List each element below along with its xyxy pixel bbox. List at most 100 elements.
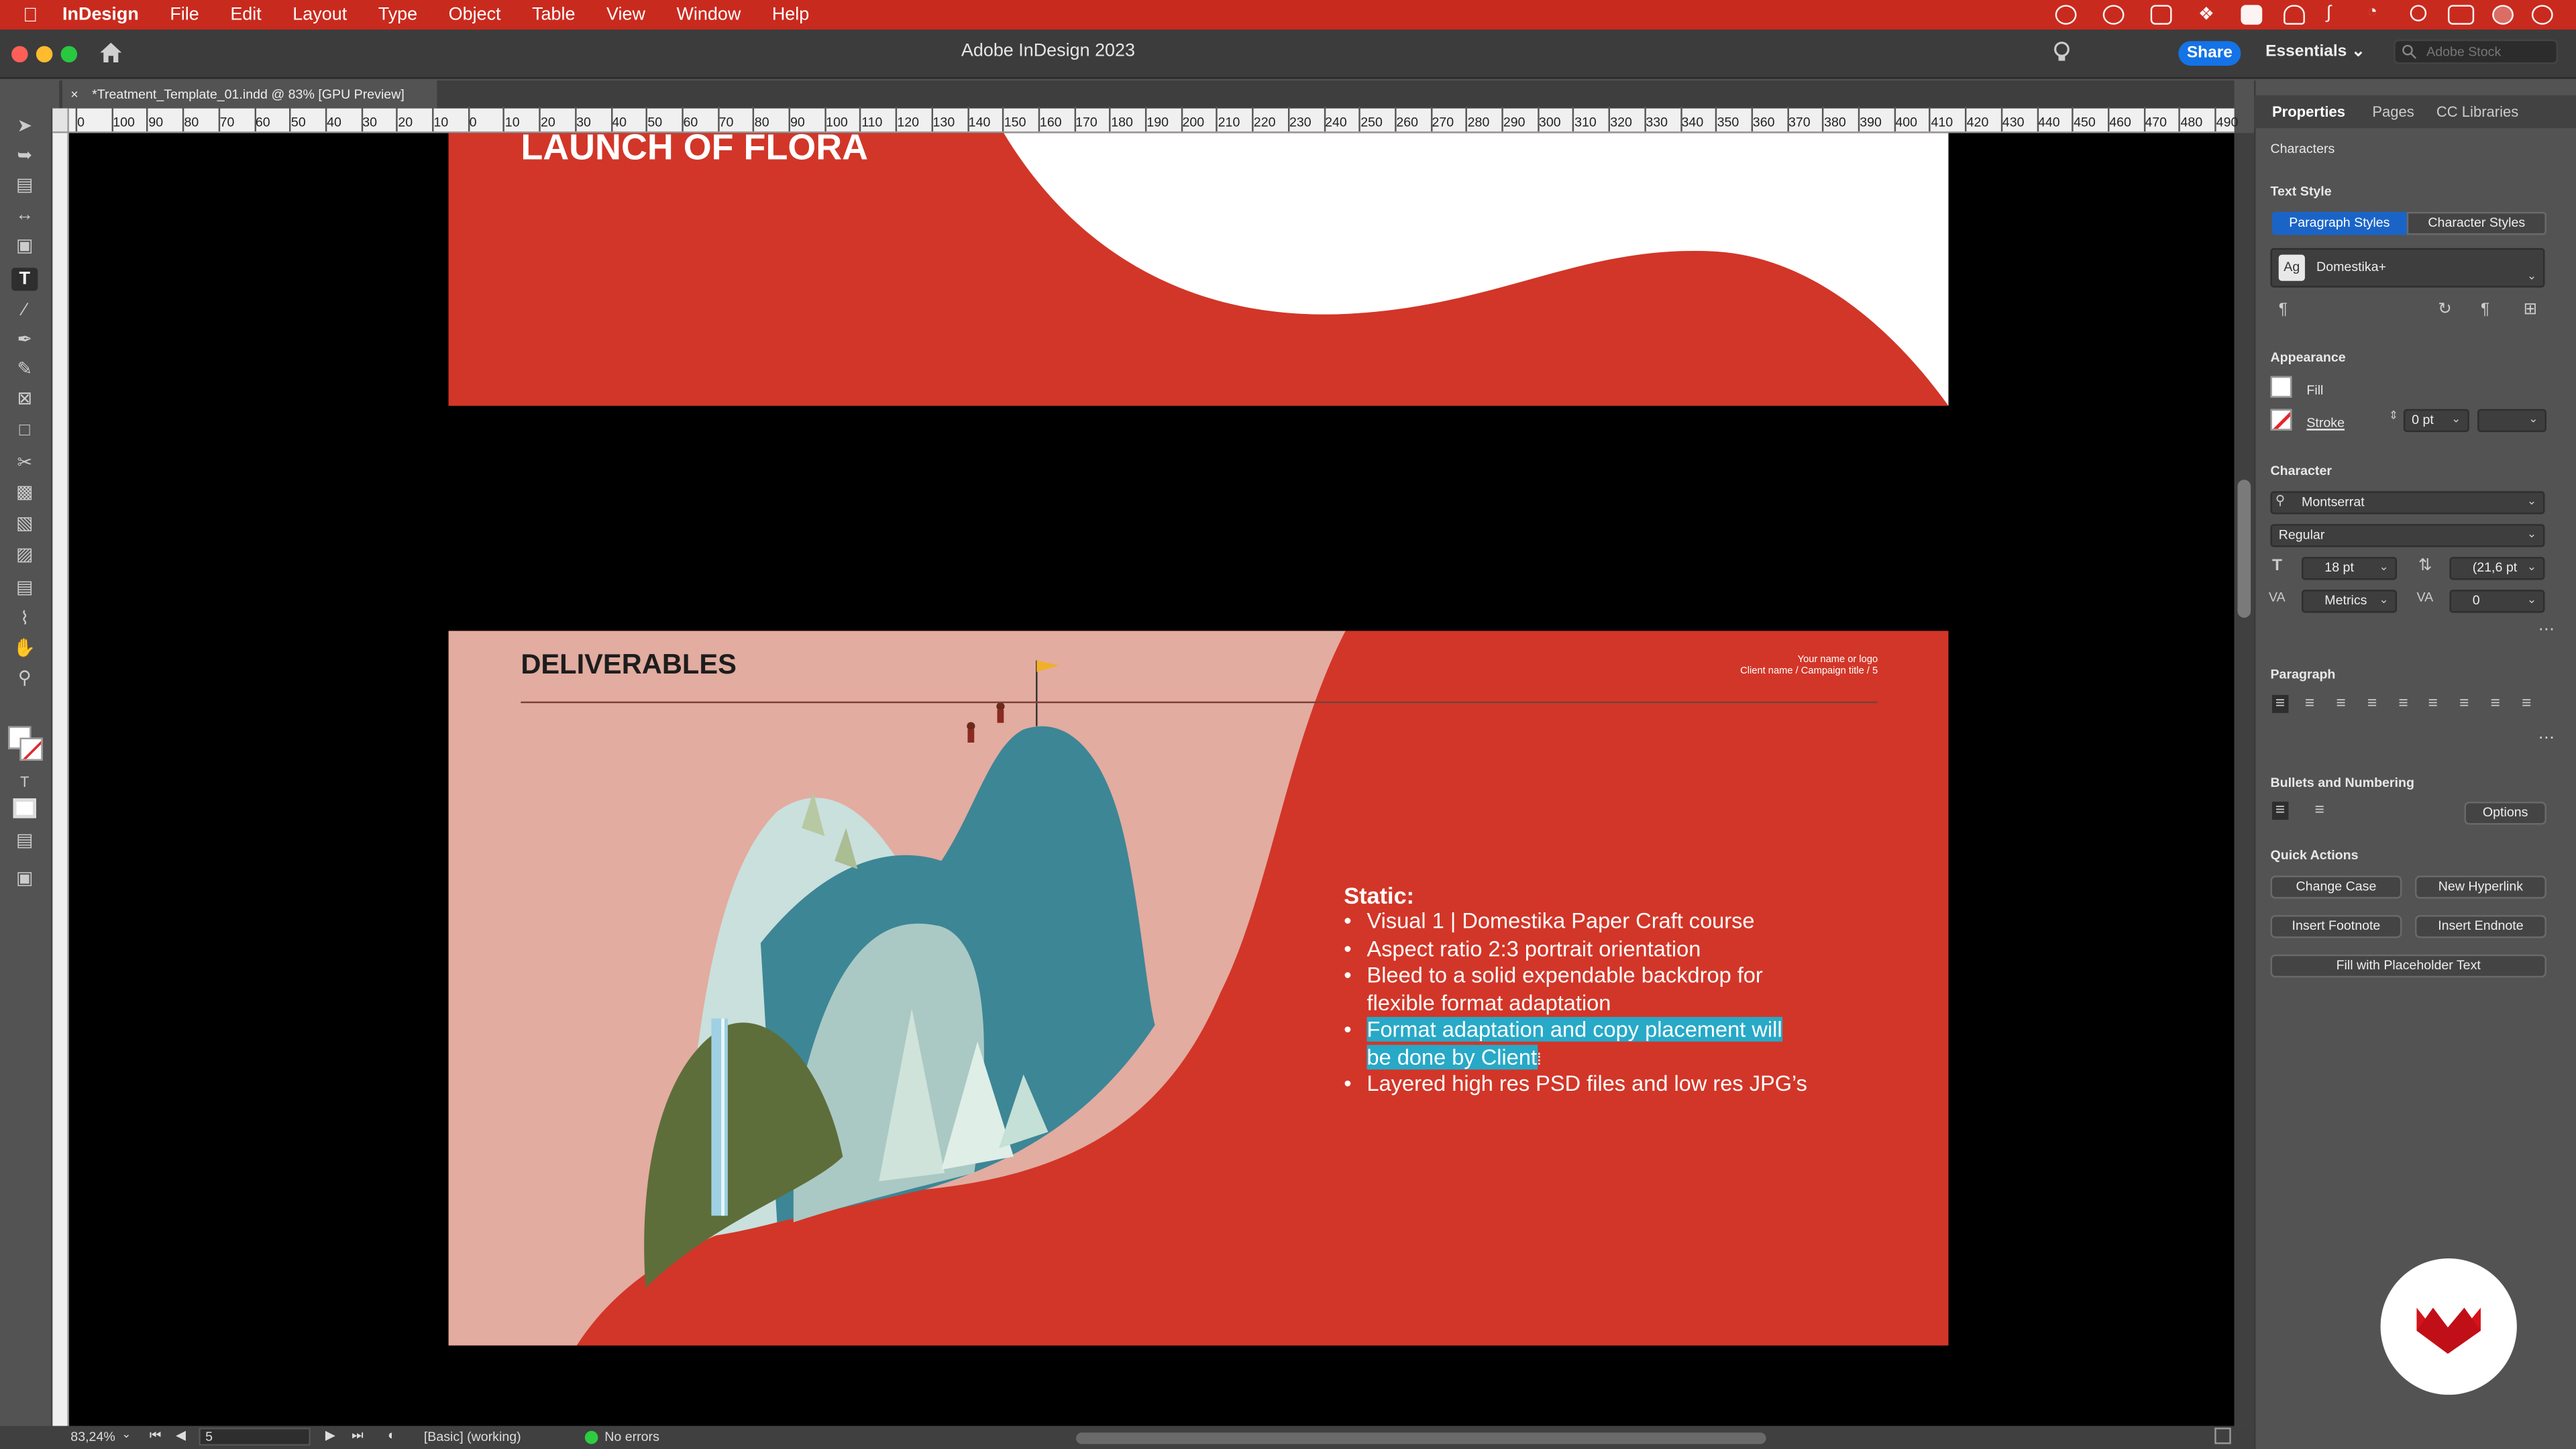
eyedropper-tool-icon[interactable]: ⌇ (11, 608, 38, 631)
sync-style-icon[interactable]: ↻ (2438, 301, 2452, 319)
ruler-origin[interactable] (52, 108, 69, 133)
preview-mode-icon[interactable]: ▣ (11, 867, 38, 890)
page-title[interactable]: DELIVERABLES (521, 649, 737, 682)
tab-cc-libraries[interactable]: CC Libraries (2436, 103, 2518, 119)
screen-mode-icon[interactable]: ▤ (11, 830, 38, 853)
kerning-field[interactable]: Metrics ⌄ (2302, 590, 2398, 613)
pencil-tool-icon[interactable]: ✎ (11, 358, 38, 381)
bullet-item-continued[interactable]: flexible format adaptation (1344, 991, 1611, 1018)
line-tool-icon[interactable]: ∕ (11, 299, 38, 322)
screen-icon[interactable] (2150, 5, 2172, 25)
split-view-icon[interactable] (2214, 1428, 2231, 1444)
clear-overrides-icon[interactable]: ¶ (2481, 301, 2489, 319)
preflight-icon[interactable]: ◐ (388, 1428, 396, 1442)
justify-all-icon[interactable]: ≡ (2459, 695, 2469, 713)
page-title[interactable]: LAUNCH OF FLORA (521, 133, 868, 169)
error-status[interactable]: No errors (604, 1430, 659, 1444)
new-hyperlink-button[interactable]: New Hyperlink (2415, 875, 2546, 899)
horizontal-ruler[interactable]: 0 100 90 80 70 60 50 40 30 20 10 0 10 20 30 40 50 60 70 80 9… (52, 107, 2238, 133)
selection-tool-icon[interactable]: ➤ (11, 115, 38, 138)
spotlight-icon[interactable] (2410, 5, 2427, 21)
last-page-icon[interactable]: ⏭ (352, 1428, 364, 1444)
previous-page-icon[interactable]: ◀ (176, 1428, 186, 1442)
stroke-weight-field[interactable]: 0 pt ⌄ (2403, 409, 2469, 433)
bullet-item-selected[interactable]: • Format adaptation and copy placement wi… (1344, 1016, 1782, 1044)
bullet-item[interactable]: • Bleed to a solid expendable backdrop fo… (1344, 963, 1762, 989)
stroke-color-swatch-icon[interactable] (19, 737, 43, 761)
close-tab-icon[interactable]: × (70, 80, 78, 109)
menu-help[interactable]: Help (772, 5, 809, 24)
gradient-swatch-tool-icon[interactable]: ▧ (11, 513, 38, 535)
hand-tool-icon[interactable]: ✋ (11, 637, 38, 660)
zoom-level[interactable]: 83,24% (70, 1430, 115, 1444)
zoom-dropdown-icon[interactable]: ⌄ (121, 1428, 131, 1441)
formatting-text-icon[interactable]: T (11, 771, 38, 794)
justify-center-icon[interactable]: ≡ (2399, 695, 2408, 713)
clock-icon[interactable] (2531, 5, 2553, 25)
preflight-profile[interactable]: [Basic] (working) (424, 1430, 521, 1444)
vertical-ruler[interactable] (52, 133, 69, 1426)
gradient-feather-tool-icon[interactable]: ▨ (11, 544, 38, 567)
document-tab[interactable]: × *Treatment_Template_01.indd @ 83% [GPU… (62, 80, 437, 109)
first-page-icon[interactable]: ⏮ (150, 1428, 162, 1444)
stroke-type-dropdown[interactable]: ⌄ (2477, 409, 2546, 433)
bullet-item[interactable]: • Aspect ratio 2:3 portrait orientation (1344, 936, 1701, 963)
numbered-list-icon[interactable]: ≡ (2315, 802, 2324, 820)
menu-file[interactable]: File (170, 5, 199, 24)
stepper-icon[interactable]: ⇕ (2389, 409, 2398, 422)
rectangle-tool-icon[interactable]: □ (11, 419, 38, 441)
headphones-icon[interactable] (2284, 5, 2305, 25)
character-styles-toggle[interactable]: Character Styles (2406, 211, 2546, 235)
fill-placeholder-text-button[interactable]: Fill with Placeholder Text (2270, 954, 2546, 978)
menu-app[interactable]: InDesign (62, 5, 139, 24)
font-family-dropdown[interactable]: Montserrat ⌄ (2270, 491, 2545, 515)
adobe-icon[interactable] (2241, 5, 2263, 25)
vertical-scroll-thumb[interactable] (2237, 480, 2251, 618)
sync-icon[interactable] (2102, 5, 2125, 25)
menu-view[interactable]: View (606, 5, 645, 24)
siri-icon[interactable] (2492, 5, 2514, 25)
tab-pages[interactable]: Pages (2372, 103, 2414, 119)
menu-object[interactable]: Object (449, 5, 501, 24)
rectangle-frame-tool-icon[interactable]: ⊠ (11, 388, 38, 411)
adobe-stock-search[interactable]: Adobe Stock (2394, 39, 2559, 64)
bluetooth-icon[interactable]: ∫ (2326, 3, 2348, 23)
new-style-icon[interactable]: ⊞ (2524, 301, 2538, 319)
page-tool-icon[interactable]: ▤ (11, 174, 38, 197)
direct-selection-tool-icon[interactable]: ➥ (11, 145, 38, 168)
tracking-field[interactable]: 0 ⌄ (2449, 590, 2545, 613)
wifi-icon[interactable]: ◔ (2367, 3, 2389, 23)
tab-properties[interactable]: Properties (2272, 103, 2345, 119)
next-page-icon[interactable]: ▶ (325, 1428, 335, 1442)
font-style-dropdown[interactable]: Regular ⌄ (2270, 524, 2545, 547)
content-collector-icon[interactable]: ▣ (11, 235, 38, 258)
menu-edit[interactable]: Edit (230, 5, 261, 24)
type-tool-icon[interactable]: T (11, 268, 38, 291)
lightbulb-icon[interactable] (2053, 41, 2070, 64)
gap-tool-icon[interactable]: ↔ (11, 204, 38, 227)
more-options-icon[interactable]: ⋯ (2538, 729, 2555, 747)
menu-window[interactable]: Window (676, 5, 741, 24)
stroke-swatch[interactable] (2270, 409, 2292, 431)
font-size-field[interactable]: 18 pt ⌄ (2302, 557, 2398, 580)
justify-left-icon[interactable]: ≡ (2367, 695, 2377, 713)
align-away-spine-icon[interactable]: ≡ (2522, 695, 2531, 713)
align-left-icon[interactable]: ≡ (2271, 694, 2289, 713)
page-number-field[interactable]: 5 (199, 1428, 311, 1446)
brand-placeholder-line[interactable]: Your name or logo (1798, 655, 1878, 665)
change-case-button[interactable]: Change Case (2270, 875, 2402, 899)
paragraph-mark-icon[interactable]: ¶ (2279, 301, 2288, 319)
note-tool-icon[interactable]: ▤ (11, 577, 38, 600)
bulleted-list-icon[interactable]: ≡ (2271, 802, 2289, 820)
share-button[interactable]: Share (2178, 41, 2241, 66)
dropbox-icon[interactable]: ❖ (2198, 3, 2220, 24)
menu-table[interactable]: Table (532, 5, 575, 24)
align-right-icon[interactable]: ≡ (2336, 695, 2345, 713)
static-heading[interactable]: Static: (1344, 882, 1414, 908)
page-launch-of-flora[interactable]: LAUNCH OF FLORA (448, 133, 1949, 406)
fill-swatch[interactable] (2270, 376, 2292, 398)
paragraph-styles-toggle[interactable]: Paragraph Styles (2271, 211, 2407, 235)
justify-right-icon[interactable]: ≡ (2428, 695, 2438, 713)
more-options-icon[interactable]: ⋯ (2538, 621, 2555, 639)
insert-endnote-button[interactable]: Insert Endnote (2415, 915, 2546, 938)
